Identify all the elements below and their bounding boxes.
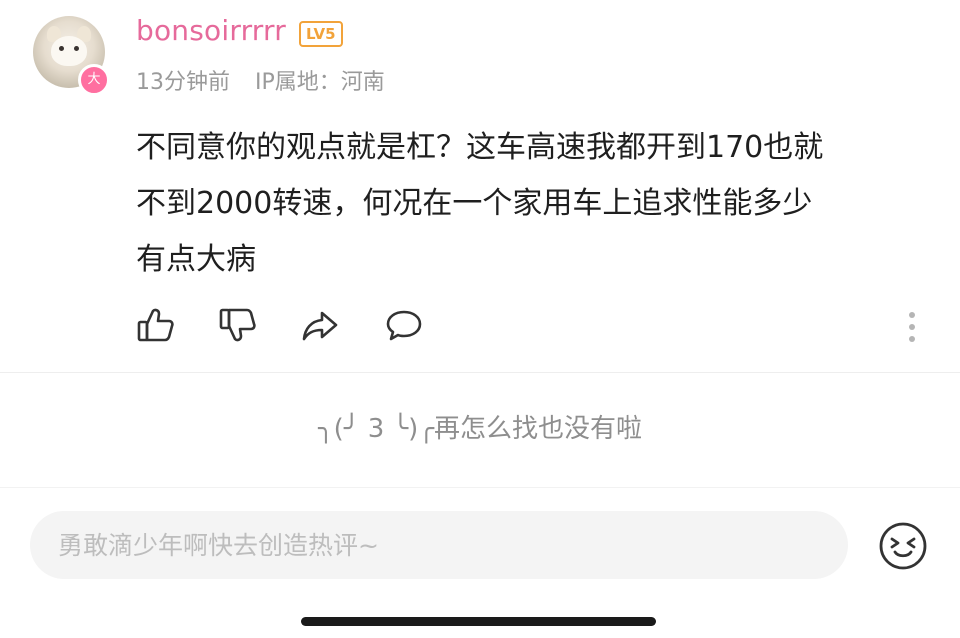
- divider: [0, 372, 960, 373]
- like-button[interactable]: [136, 305, 176, 345]
- comment-meta: 13分钟前 IP属地：河南: [136, 64, 403, 96]
- comment-input[interactable]: [30, 511, 848, 579]
- avatar-badge: 大: [78, 64, 110, 96]
- home-indicator[interactable]: [301, 617, 656, 626]
- reply-button[interactable]: [384, 305, 424, 345]
- dislike-button[interactable]: [218, 305, 258, 345]
- avatar-face: [51, 36, 87, 66]
- share-icon: [302, 311, 338, 341]
- share-button[interactable]: [300, 305, 340, 345]
- end-of-comments-message: ╮(╯ 3 ╰)╭再怎么找也没有啦: [318, 414, 642, 444]
- reply-icon: [386, 310, 422, 341]
- like-icon: [137, 308, 174, 342]
- comment-text-line: 不同意你的观点就是杠？这车高速我都开到170也就: [136, 130, 824, 165]
- comment-time: 13分钟前: [136, 70, 230, 95]
- dislike-icon: [219, 308, 256, 342]
- avatar-eye: [59, 46, 64, 51]
- comment-text-line: 不到2000转速，何况在一个家用车上追求性能多少: [136, 186, 813, 221]
- ip-location: IP属地：河南: [255, 70, 385, 95]
- emoji-button[interactable]: [878, 521, 928, 571]
- emoji-icon: [879, 522, 927, 570]
- level-badge: LV5: [299, 21, 343, 47]
- more-button[interactable]: [902, 310, 922, 344]
- comment-text[interactable]: 不同意你的观点就是杠？这车高速我都开到170也就 不到2000转速，何况在一个家…: [136, 120, 926, 288]
- avatar-eye: [74, 46, 79, 51]
- more-icon: [909, 312, 915, 342]
- comment-text-line: 有点大病: [136, 242, 256, 277]
- username[interactable]: bonsoirrrrr: [136, 14, 286, 47]
- divider: [0, 487, 960, 488]
